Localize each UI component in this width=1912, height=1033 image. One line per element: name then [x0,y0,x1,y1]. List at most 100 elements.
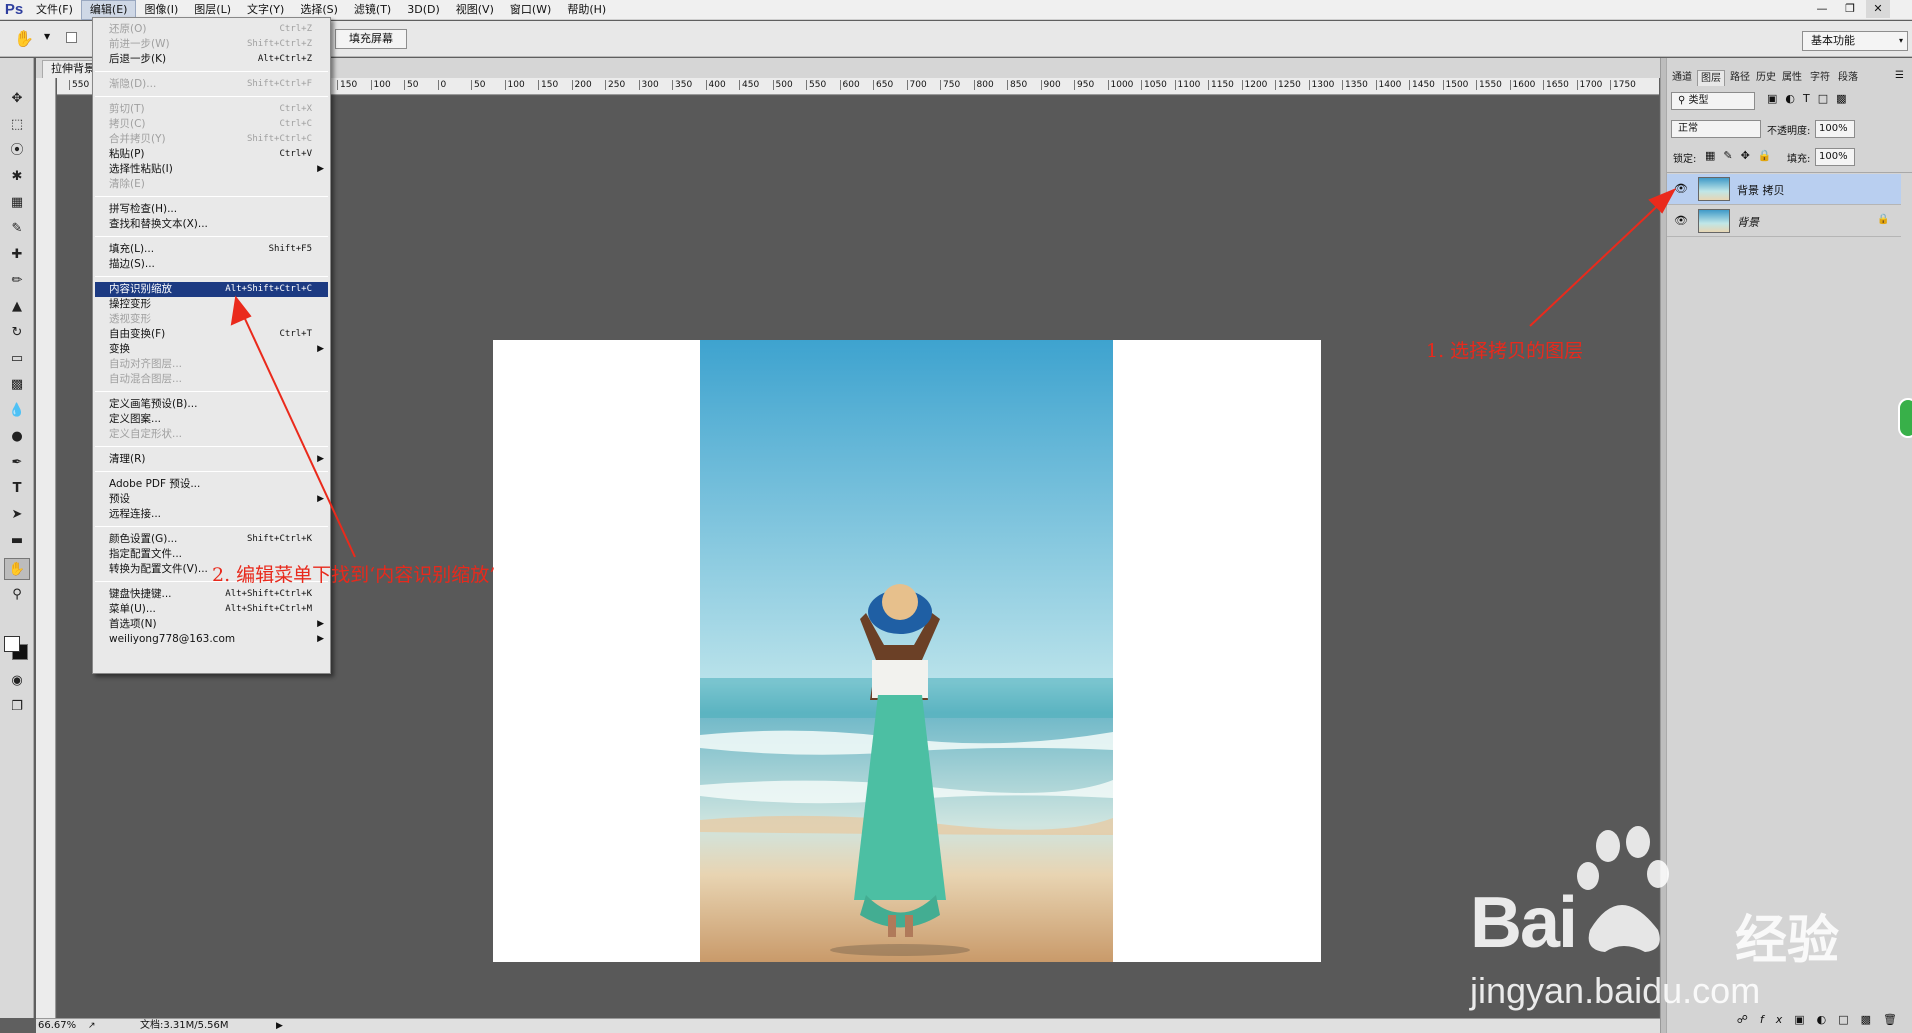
hand-tool-icon[interactable]: ✋ [14,29,34,48]
tab-layers[interactable]: 图层 [1697,70,1725,86]
menu-item[interactable]: 菜单(U)... Alt+Shift+Ctrl+M [95,602,328,617]
gradient-tool-icon[interactable]: ▩ [4,374,30,396]
menu-item: 渐隐(D)... Shift+Ctrl+F [95,77,328,92]
menu-filter[interactable]: 滤镜(T) [346,0,399,20]
panel-menu-icon[interactable]: ☰ [1895,70,1904,81]
menu-window[interactable]: 窗口(W) [502,0,559,20]
ruler-tick-label: 150 [337,80,357,90]
menu-item-label: 远程连接... [109,508,162,520]
menu-item-label: 预设 [109,493,130,505]
path-select-icon[interactable]: ➤ [4,504,30,526]
menu-file[interactable]: 文件(F) [28,0,81,20]
menu-item[interactable]: 键盘快捷键... Alt+Shift+Ctrl+K [95,587,328,602]
eraser-tool-icon[interactable]: ▭ [4,348,30,370]
ruler-tick-label: 500 [772,80,793,90]
move-tool-icon[interactable]: ✥ [4,88,30,110]
menu-item[interactable]: weiliyong778@163.com ▶ [95,632,328,647]
layer-row-background[interactable]: 👁 背景 🔒 [1667,206,1901,237]
tab-paths[interactable]: 路径 [1727,70,1753,86]
restore-icon[interactable]: ❐ [1838,0,1862,18]
ruler-tick-label: 900 [1040,80,1061,90]
menu-item[interactable]: Adobe PDF 预设... [95,477,328,492]
tool-preset-arrow-icon[interactable]: ▼ [44,32,50,41]
tab-properties[interactable]: 属性 [1779,70,1805,86]
menu-item[interactable]: 拼写检查(H)... [95,202,328,217]
menu-item-label: 内容识别缩放 [109,283,172,295]
tab-paragraph[interactable]: 段落 [1835,70,1861,86]
quick-mask-icon[interactable]: ◉ [4,670,30,692]
blur-tool-icon[interactable]: 💧 [4,400,30,422]
filter-icons[interactable]: ▣◐T□▩ [1767,92,1855,105]
menu-item-label: 定义图案... [109,413,162,425]
menu-item[interactable]: 描边(S)... [95,257,328,272]
zoom-level[interactable]: 66.67% [38,1019,76,1033]
menu-item[interactable]: 查找和替换文本(X)... [95,217,328,232]
fill-screen-button[interactable]: 填充屏幕 [335,29,407,49]
stamp-tool-icon[interactable]: ▲ [4,296,30,318]
type-tool-icon[interactable]: T [4,478,30,500]
tab-history[interactable]: 历史 [1753,70,1779,86]
foreground-color-swatch[interactable] [4,636,20,652]
scroll-all-checkbox[interactable] [66,32,77,43]
menu-item[interactable]: 选择性粘贴(I) ▶ [95,162,328,177]
beach-photo-art [700,340,1113,962]
menu-item[interactable]: 内容识别缩放 Alt+Shift+Ctrl+C [95,282,328,297]
menu-item-shortcut: Alt+Shift+Ctrl+C [225,284,312,294]
fill-field[interactable]: 100% [1815,148,1855,166]
pen-tool-icon[interactable]: ✒ [4,452,30,474]
menu-item[interactable]: 填充(L)... Shift+F5 [95,242,328,257]
menu-item[interactable]: 预设 ▶ [95,492,328,507]
menu-help[interactable]: 帮助(H) [559,0,614,20]
healing-brush-icon[interactable]: ✚ [4,244,30,266]
marquee-tool-icon[interactable]: ⬚ [4,114,30,136]
zoom-tool-icon[interactable]: ⚲ [4,584,30,606]
menu-item[interactable]: 远程连接... [95,507,328,522]
menu-item[interactable]: 变换 ▶ [95,342,328,357]
menu-3d[interactable]: 3D(D) [399,0,448,20]
document-canvas[interactable] [493,340,1321,962]
menu-item[interactable]: 清理(R) ▶ [95,452,328,467]
workspace-select[interactable]: 基本功能 ▾ [1802,31,1908,51]
eyedropper-tool-icon[interactable]: ✎ [4,218,30,240]
menu-separator [95,526,328,527]
blend-mode-select[interactable]: 正常 [1671,120,1761,138]
menu-item-shortcut: Alt+Shift+Ctrl+M [225,604,312,614]
screen-mode-icon[interactable]: ❐ [4,696,30,718]
minimize-icon[interactable]: — [1810,0,1834,18]
menu-item[interactable]: 颜色设置(G)... Shift+Ctrl+K [95,532,328,547]
history-brush-icon[interactable]: ↻ [4,322,30,344]
ruler-tick-label: 1550 [1476,80,1502,90]
menu-item[interactable]: 定义图案... [95,412,328,427]
close-icon[interactable]: ✕ [1866,0,1890,18]
menu-item[interactable]: 后退一步(K) Alt+Ctrl+Z [95,52,328,67]
dodge-tool-icon[interactable]: ● [4,426,30,448]
layer-row-background-copy[interactable]: 👁 背景 拷贝 [1667,174,1901,205]
menu-item[interactable]: 自由变换(F) Ctrl+T [95,327,328,342]
menu-item[interactable]: 粘贴(P) Ctrl+V [95,147,328,162]
visibility-eye-icon[interactable]: 👁 [1671,214,1691,228]
tab-character[interactable]: 字符 [1807,70,1833,86]
menu-item-shortcut: Ctrl+T [279,329,312,339]
brush-tool-icon[interactable]: ✏ [4,270,30,292]
visibility-eye-icon[interactable]: 👁 [1671,182,1691,196]
layer-kind-filter[interactable]: ⚲ 类型 [1671,92,1755,110]
menu-item[interactable]: 定义画笔预设(B)... [95,397,328,412]
tab-channels[interactable]: 通道 [1669,70,1695,86]
status-menu-arrow-icon[interactable]: ▶ [276,1019,283,1033]
menu-view[interactable]: 视图(V) [448,0,502,20]
quick-select-tool-icon[interactable]: ✱ [4,166,30,188]
lasso-tool-icon[interactable]: ⦿ [4,140,30,162]
layer-name: 背景 [1737,216,1759,229]
menu-item[interactable]: 操控变形 [95,297,328,312]
layer-actions-bar[interactable]: ☍fx▣◐□▩🗑 [1669,1013,1909,1031]
crop-tool-icon[interactable]: ▦ [4,192,30,214]
hand-tool-icon[interactable]: ✋ [4,558,30,580]
ruler-tick-label: 350 [672,80,692,90]
opacity-field[interactable]: 100% [1815,120,1855,138]
shape-tool-icon[interactable]: ▬ [4,530,30,552]
export-icon[interactable]: ↗ [88,1019,96,1033]
side-badge[interactable] [1898,398,1912,438]
ruler-tick-label: 550 [69,80,89,90]
menu-item[interactable]: 首选项(N) ▶ [95,617,328,632]
lock-icons[interactable]: ▦✎✥🔒 [1705,149,1780,162]
